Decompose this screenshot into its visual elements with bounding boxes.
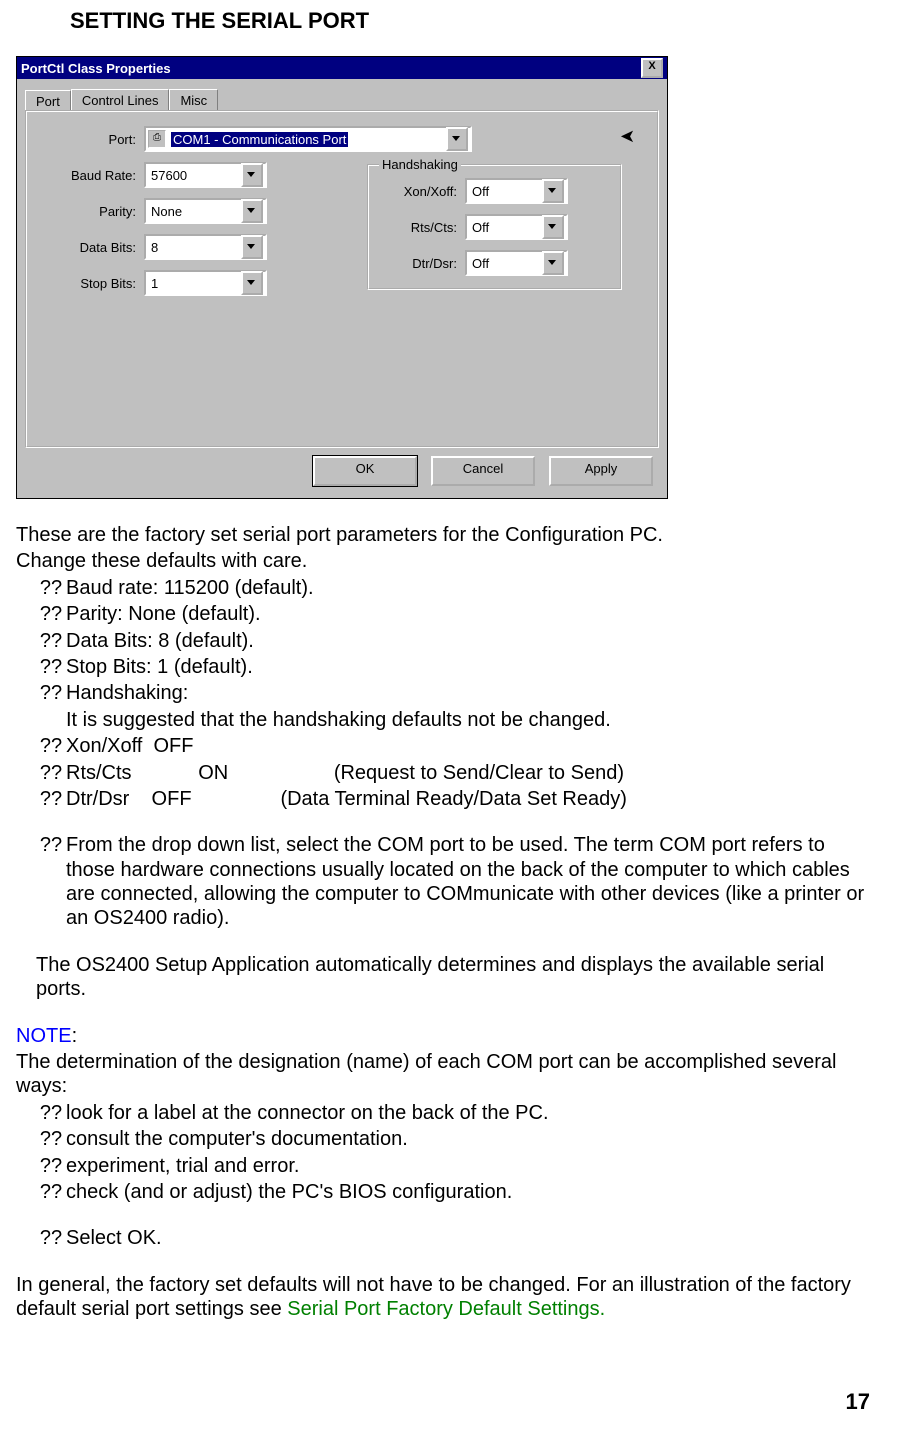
list-item-continuation: It is suggested that the handshaking def… bbox=[66, 708, 870, 732]
dialog-tabs: Port Control Lines Misc bbox=[25, 85, 659, 111]
chevron-down-icon[interactable] bbox=[542, 251, 564, 275]
chevron-down-icon[interactable] bbox=[542, 179, 564, 203]
cursor-icon: ➤ bbox=[620, 126, 635, 147]
list-item: Dtr/Dsr OFF (Data Terminal Ready/Data Se… bbox=[66, 787, 870, 811]
list-item: consult the computer's documentation. bbox=[66, 1127, 870, 1151]
colon: : bbox=[72, 1025, 78, 1047]
dialog-title: PortCtl Class Properties bbox=[21, 61, 641, 76]
list-item: check (and or adjust) the PC's BIOS conf… bbox=[66, 1180, 870, 1204]
parity-select-value: None bbox=[148, 204, 241, 219]
label-parity: Parity: bbox=[41, 204, 136, 219]
tab-misc[interactable]: Misc bbox=[169, 89, 218, 111]
handshaking-legend: Handshaking bbox=[379, 157, 461, 172]
list-item: look for a label at the connector on the… bbox=[66, 1101, 870, 1125]
rtscts-select[interactable]: Off bbox=[465, 214, 568, 240]
port-select-value: COM1 - Communications Port bbox=[171, 132, 348, 147]
close-icon[interactable]: X bbox=[641, 58, 663, 78]
label-stopbits: Stop Bits: bbox=[41, 276, 136, 291]
rtscts-value: Off bbox=[469, 220, 542, 235]
label-port: Port: bbox=[41, 132, 136, 147]
port-select[interactable]: ⎙ COM1 - Communications Port bbox=[144, 126, 472, 152]
page-number: 17 bbox=[846, 1389, 870, 1415]
stopbits-select[interactable]: 1 bbox=[144, 270, 267, 296]
bullet-icon: ?? bbox=[36, 1154, 66, 1178]
bullet-icon: ?? bbox=[36, 1180, 66, 1204]
chevron-down-icon[interactable] bbox=[241, 163, 263, 187]
list-item: Baud rate: 115200 (default). bbox=[66, 576, 870, 600]
xonxoff-value: Off bbox=[469, 184, 542, 199]
baud-select[interactable]: 57600 bbox=[144, 162, 267, 188]
label-databits: Data Bits: bbox=[41, 240, 136, 255]
intro-line-2: Change these defaults with care. bbox=[16, 549, 870, 573]
chevron-down-icon[interactable] bbox=[241, 235, 263, 259]
list-item: experiment, trial and error. bbox=[66, 1154, 870, 1178]
parity-select[interactable]: None bbox=[144, 198, 267, 224]
tab-panel-port: ➤ Port: ⎙ COM1 - Communications Port Bau… bbox=[25, 110, 659, 448]
stopbits-select-value: 1 bbox=[148, 276, 241, 291]
label-rtscts: Rts/Cts: bbox=[379, 220, 457, 235]
serial-port-icon: ⎙ bbox=[148, 130, 166, 148]
bullet-icon: ?? bbox=[36, 1101, 66, 1125]
bullet-icon: ?? bbox=[36, 629, 66, 653]
bullet-icon: ?? bbox=[36, 576, 66, 600]
list-item: Xon/Xoff OFF bbox=[66, 734, 870, 758]
final-paragraph: In general, the factory set defaults wil… bbox=[16, 1273, 870, 1322]
bullet-icon: ?? bbox=[36, 833, 66, 931]
list-item: Data Bits: 8 (default). bbox=[66, 629, 870, 653]
bullet-icon: ?? bbox=[36, 1127, 66, 1151]
list-item: Select OK. bbox=[66, 1226, 870, 1250]
bullet-icon: ?? bbox=[36, 602, 66, 626]
chevron-down-icon[interactable] bbox=[241, 271, 263, 295]
bullet-icon: ?? bbox=[36, 1226, 66, 1250]
list-item: Parity: None (default). bbox=[66, 602, 870, 626]
xonxoff-select[interactable]: Off bbox=[465, 178, 568, 204]
tab-port[interactable]: Port bbox=[25, 90, 71, 112]
chevron-down-icon[interactable] bbox=[241, 199, 263, 223]
note-heading: NOTE: bbox=[16, 1024, 870, 1048]
bullet-icon: ?? bbox=[36, 734, 66, 758]
databits-select-value: 8 bbox=[148, 240, 241, 255]
tab-control-lines[interactable]: Control Lines bbox=[71, 89, 170, 111]
list-item: Handshaking: bbox=[66, 681, 870, 705]
bullet-icon: ?? bbox=[36, 761, 66, 785]
apply-button[interactable]: Apply bbox=[549, 456, 653, 486]
list-item: From the drop down list, select the COM … bbox=[66, 833, 870, 931]
label-xonxoff: Xon/Xoff: bbox=[379, 184, 457, 199]
intro-line-1: These are the factory set serial port pa… bbox=[16, 523, 870, 547]
chevron-down-icon[interactable] bbox=[542, 215, 564, 239]
note-label: NOTE bbox=[16, 1025, 72, 1047]
cancel-button[interactable]: Cancel bbox=[431, 456, 535, 486]
dtrdsr-select[interactable]: Off bbox=[465, 250, 568, 276]
label-dtrdsr: Dtr/Dsr: bbox=[379, 256, 457, 271]
bullet-icon: ?? bbox=[36, 787, 66, 811]
databits-select[interactable]: 8 bbox=[144, 234, 267, 260]
chevron-down-icon[interactable] bbox=[446, 127, 468, 151]
handshaking-group: Handshaking Xon/Xoff: Off Rts/Cts: Off bbox=[367, 164, 622, 290]
portctl-dialog: PortCtl Class Properties X Port Control … bbox=[16, 56, 668, 499]
dialog-titlebar: PortCtl Class Properties X bbox=[17, 57, 667, 79]
dtrdsr-value: Off bbox=[469, 256, 542, 271]
bullet-icon: ?? bbox=[36, 681, 66, 705]
document-body: These are the factory set serial port pa… bbox=[16, 523, 870, 1322]
list-item: Rts/Cts ON (Request to Send/Clear to Sen… bbox=[66, 761, 870, 785]
section-heading: SETTING THE SERIAL PORT bbox=[70, 8, 870, 34]
bullet-icon: ?? bbox=[36, 655, 66, 679]
ok-button[interactable]: OK bbox=[313, 456, 417, 486]
baud-select-value: 57600 bbox=[148, 168, 241, 183]
paragraph: The OS2400 Setup Application automatical… bbox=[36, 953, 870, 1002]
label-baud: Baud Rate: bbox=[41, 168, 136, 183]
serial-port-defaults-link[interactable]: Serial Port Factory Default Settings. bbox=[287, 1298, 605, 1320]
list-item: Stop Bits: 1 (default). bbox=[66, 655, 870, 679]
note-body: The determination of the designation (na… bbox=[16, 1050, 870, 1099]
